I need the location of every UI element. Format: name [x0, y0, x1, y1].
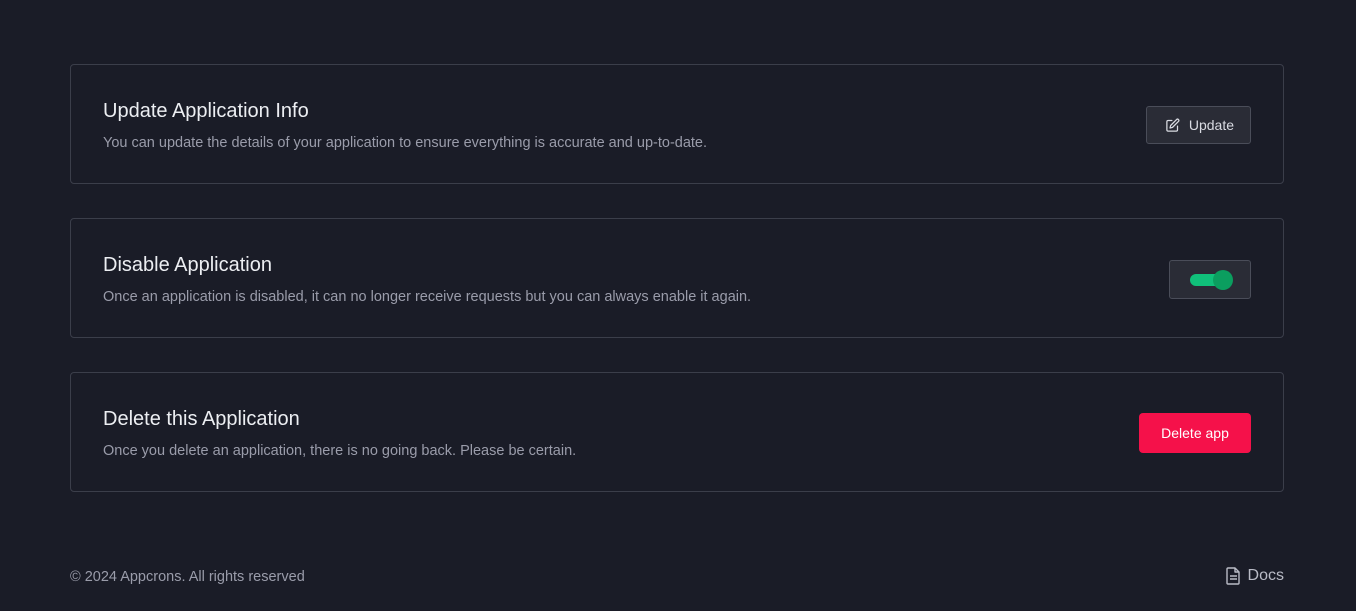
edit-icon [1165, 118, 1180, 133]
delete-application-title: Delete this Application [103, 408, 300, 430]
update-button[interactable]: Update [1145, 106, 1251, 144]
update-application-description: You can update the details of your appli… [103, 135, 708, 151]
document-icon [1225, 567, 1241, 585]
update-application-card: Update Application Info You can update t… [70, 64, 1284, 184]
docs-link[interactable]: Docs [1225, 567, 1284, 585]
update-application-title: Update Application Info [103, 100, 309, 122]
disable-application-title: Disable Application [103, 254, 272, 276]
disable-application-toggle[interactable] [1169, 260, 1251, 299]
disable-application-card: Disable Application Once an application … [70, 218, 1284, 338]
delete-application-card: Delete this Application Once you delete … [70, 372, 1284, 492]
delete-app-button[interactable]: Delete app [1139, 413, 1251, 453]
update-button-label: Update [1188, 117, 1234, 133]
toggle-knob [1213, 270, 1233, 290]
delete-application-description: Once you delete an application, there is… [103, 443, 577, 459]
docs-label: Docs [1247, 567, 1284, 584]
disable-application-description: Once an application is disabled, it can … [103, 289, 752, 305]
footer-copyright: © 2024 Appcrons. All rights reserved [70, 569, 305, 585]
settings-page: Update Application Info You can update t… [0, 0, 1356, 611]
